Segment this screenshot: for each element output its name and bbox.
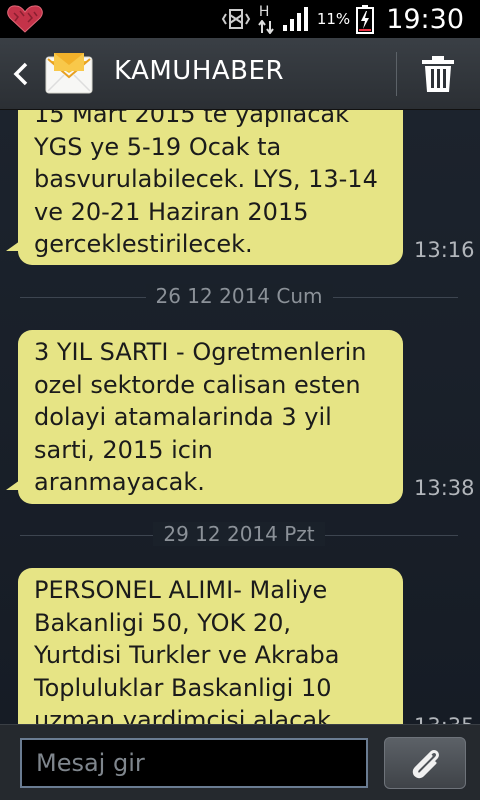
network-type-label: H — [258, 4, 270, 20]
delete-button[interactable] — [398, 38, 480, 110]
message-bubble[interactable]: 15 Mart 2015 te yapilacak YGS ye 5-19 Oc… — [6, 110, 403, 265]
message-text: 3 YIL SARTI - Ogretmenlerin ozel sektord… — [34, 338, 367, 496]
network-type: H — [257, 4, 275, 34]
message-text: 15 Mart 2015 te yapilacak YGS ye 5-19 Oc… — [34, 110, 378, 258]
back-button[interactable] — [0, 38, 106, 110]
date-label: 26 12 2014 Cum — [145, 284, 333, 308]
data-arrows-icon — [258, 20, 274, 34]
message-text: PERSONEL ALIMI- Maliye Bakanligi 50, YOK… — [34, 576, 340, 724]
paperclip-icon — [412, 750, 439, 779]
date-label: 29 12 2014 Pzt — [153, 522, 325, 546]
heart-icon — [7, 5, 43, 33]
trash-icon — [422, 56, 454, 92]
attach-button[interactable] — [384, 737, 466, 789]
chevron-left-icon — [13, 62, 28, 86]
envelope-icon — [45, 53, 93, 94]
message-input[interactable] — [20, 738, 368, 788]
status-bar: H 11% 19:30 — [0, 0, 480, 38]
date-separator: 26 12 2014 Cum — [20, 282, 458, 312]
clock: 19:30 — [386, 3, 464, 35]
composer-bar — [0, 724, 480, 800]
signal-icon — [282, 7, 308, 31]
action-bar: KAMUHABER — [0, 38, 480, 110]
date-separator: 29 12 2014 Pzt — [20, 520, 458, 550]
message-list[interactable]: 15 Mart 2015 te yapilacak YGS ye 5-19 Oc… — [0, 110, 480, 724]
bubble-tail — [6, 480, 20, 490]
message-bubble[interactable]: 3 YIL SARTI - Ogretmenlerin ozel sektord… — [6, 330, 403, 504]
conversation-title: KAMUHABER — [114, 56, 285, 86]
message-time: 13:38 — [414, 476, 475, 500]
battery-percent: 11% — [316, 10, 351, 28]
message-time: 13:16 — [414, 238, 475, 262]
action-bar-divider — [396, 52, 397, 96]
vibrate-icon — [221, 9, 251, 29]
message-time: 13:35 — [414, 714, 475, 724]
bubble-tail — [6, 241, 20, 251]
message-bubble[interactable]: PERSONEL ALIMI- Maliye Bakanligi 50, YOK… — [18, 568, 403, 724]
battery-icon — [356, 5, 375, 34]
